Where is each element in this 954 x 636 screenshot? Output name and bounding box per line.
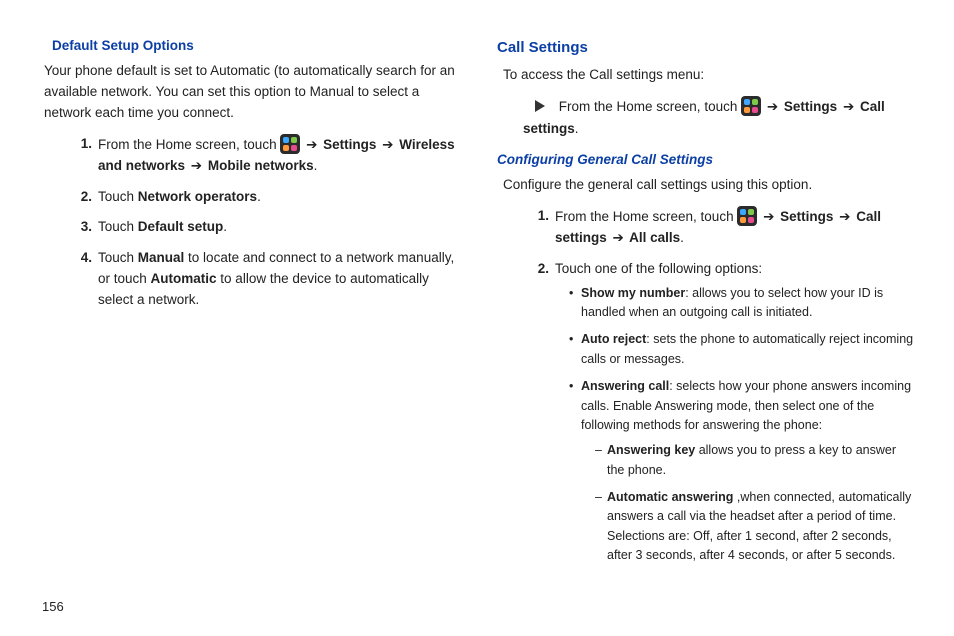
step-number: 4. [70,248,92,269]
play-icon [535,98,545,119]
intro-paragraph: To access the Call settings menu: [503,65,914,86]
page-number: 156 [42,599,64,614]
step-number: 2. [70,187,92,208]
option-answering-call: Answering call: selects how your phone a… [569,377,914,565]
arrow-icon: ➔ [611,230,626,245]
options-list: Show my number: allows you to select how… [569,284,914,566]
heading-default-setup: Default Setup Options [52,36,457,57]
arrow-icon: ➔ [761,209,776,224]
arrow-icon: ➔ [380,137,395,152]
arrow-icon: ➔ [841,99,856,114]
option-auto-reject: Auto reject: sets the phone to automatic… [569,330,914,369]
answering-sublist: Answering key allows you to press a key … [595,441,914,565]
step-number: 2. [527,259,549,280]
step-number: 1. [70,134,92,155]
apps-grid-icon [280,134,300,154]
step-1: 1. From the Home screen, touch ➔ Setting… [527,206,914,249]
right-column: Call Settings To access the Call setting… [497,36,914,576]
sub-intro: Configure the general call settings usin… [503,175,914,196]
step-number: 3. [70,217,92,238]
heading-call-settings: Call Settings [497,36,914,59]
arrow-icon: ➔ [765,99,780,114]
sub-answering-key: Answering key allows you to press a key … [595,441,914,480]
left-column: Default Setup Options Your phone default… [40,36,457,576]
step-text: Touch one of the following options: [555,261,762,276]
step-text: Touch Default setup. [98,219,227,234]
step-text: From the Home screen, touch ➔ Settings ➔… [98,137,455,173]
step-4: 4. Touch Manual to locate and connect to… [70,248,457,311]
step-number: 1. [527,206,549,227]
step-2: 2. Touch Network operators. [70,187,457,208]
apps-grid-icon [741,96,761,116]
sub-automatic-answering: Automatic answering ,when connected, aut… [595,488,914,566]
arrow-icon: ➔ [189,158,204,173]
step-1: 1. From the Home screen, touch ➔ Setting… [70,134,457,177]
intro-paragraph: Your phone default is set to Automatic (… [44,61,457,124]
steps-list: 1. From the Home screen, touch ➔ Setting… [527,206,914,566]
arrow-icon: ➔ [837,209,852,224]
step-text: From the Home screen, touch ➔ Settings ➔… [555,209,881,245]
step-2: 2. Touch one of the following options: S… [527,259,914,566]
step-text: Touch Manual to locate and connect to a … [98,250,454,307]
step-3: 3. Touch Default setup. [70,217,457,238]
step-text: Touch Network operators. [98,189,261,204]
arrow-icon: ➔ [304,137,319,152]
option-show-my-number: Show my number: allows you to select how… [569,284,914,323]
document-page: Default Setup Options Your phone default… [0,0,954,586]
steps-list: 1. From the Home screen, touch ➔ Setting… [70,134,457,311]
apps-grid-icon [737,206,757,226]
single-step: From the Home screen, touch ➔ Settings ➔… [523,96,914,140]
heading-configuring: Configuring General Call Settings [497,150,914,171]
